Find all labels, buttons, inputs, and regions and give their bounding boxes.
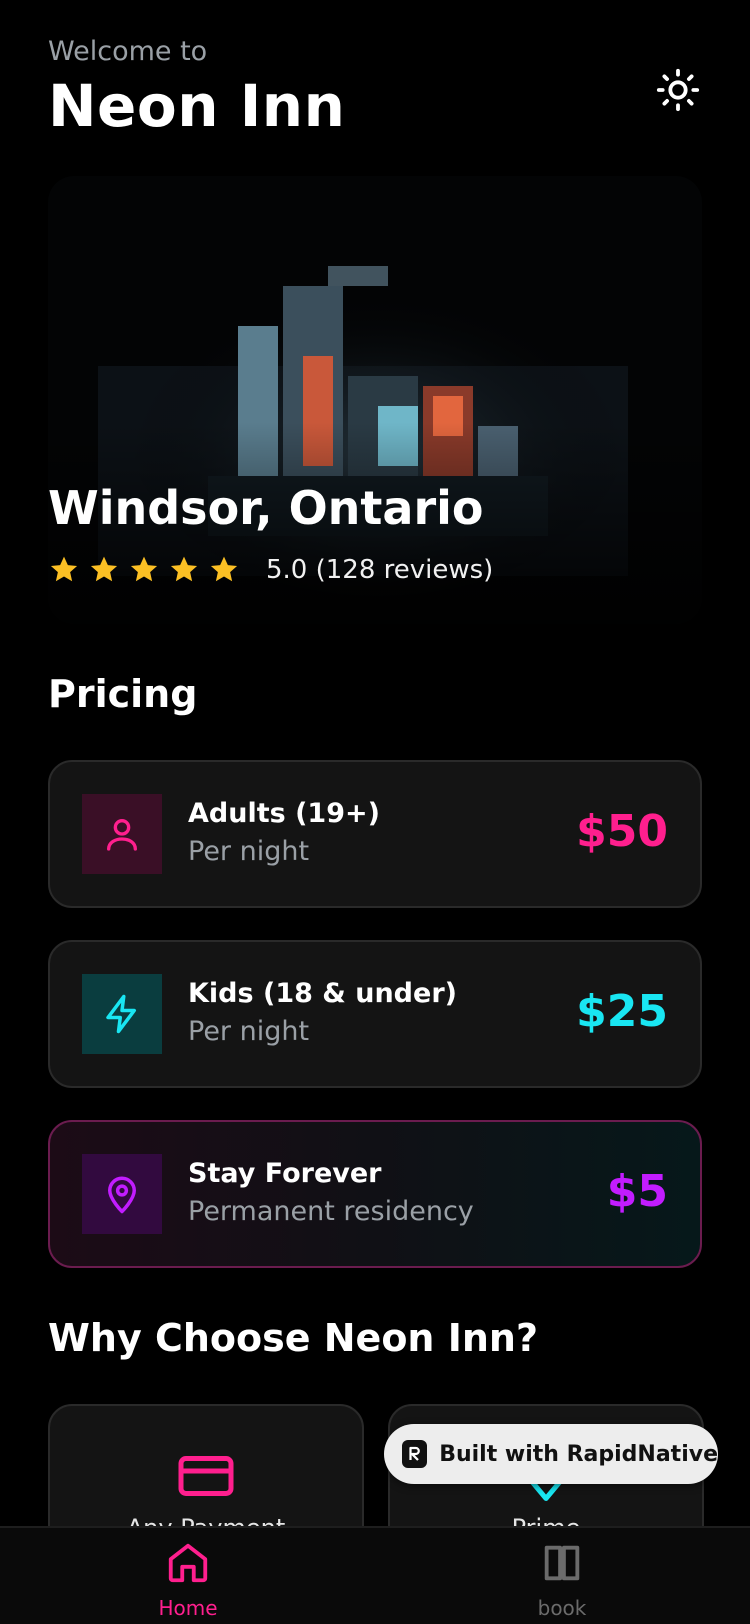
features-title: Why Choose Neon Inn? (48, 1316, 538, 1360)
star-icon (130, 556, 158, 582)
rating-text: 5.0 (128 reviews) (266, 555, 494, 585)
badge-text: Built with RapidNative (439, 1441, 718, 1467)
app-title: Neon Inn (48, 72, 346, 140)
home-icon (168, 1543, 208, 1583)
price-name: Kids (18 & under) (188, 978, 457, 1009)
credit-card-icon (178, 1456, 234, 1496)
lightning-icon (106, 994, 136, 1034)
tab-label: book (537, 1596, 587, 1620)
price-icon-box (82, 1154, 162, 1234)
star-rating (48, 554, 240, 586)
welcome-text: Welcome to (48, 36, 208, 67)
price-icon-box (82, 794, 162, 874)
pricing-title: Pricing (48, 672, 198, 716)
price-name: Stay Forever (188, 1158, 382, 1189)
built-with-badge[interactable]: Built with RapidNative (384, 1424, 718, 1484)
user-icon (107, 819, 137, 851)
tab-home[interactable]: Home (88, 1528, 288, 1624)
price-name: Adults (19+) (188, 798, 380, 829)
price-value: $25 (576, 986, 668, 1037)
rating-row: 5.0 (128 reviews) (48, 554, 493, 586)
location-title: Windsor, Ontario (48, 481, 484, 535)
price-sub: Permanent residency (188, 1196, 474, 1227)
star-icon (90, 556, 118, 582)
price-sub: Per night (188, 1016, 310, 1047)
price-value: $50 (576, 806, 668, 857)
theme-toggle-button[interactable] (652, 64, 704, 116)
price-icon-box (82, 974, 162, 1054)
location-pin-icon (108, 1176, 136, 1214)
price-card-stay-forever[interactable]: Stay Forever Permanent residency $5 (48, 1120, 702, 1268)
tab-book[interactable]: book (462, 1528, 662, 1624)
sun-icon (656, 68, 700, 112)
price-sub: Per night (188, 836, 310, 867)
hero-card[interactable]: Windsor, Ontario 5.0 (128 reviews) (48, 176, 702, 624)
star-icon (170, 556, 198, 582)
book-icon (544, 1545, 580, 1581)
bottom-tab-bar: Home book (0, 1526, 750, 1624)
header: Welcome to Neon Inn (48, 34, 345, 142)
tab-label: Home (158, 1596, 218, 1620)
star-icon (50, 556, 78, 582)
star-icon (210, 556, 238, 582)
price-value: $5 (606, 1166, 668, 1217)
rapidnative-logo-icon (402, 1440, 428, 1468)
price-card-kids[interactable]: Kids (18 & under) Per night $25 (48, 940, 702, 1088)
price-card-adults[interactable]: Adults (19+) Per night $50 (48, 760, 702, 908)
